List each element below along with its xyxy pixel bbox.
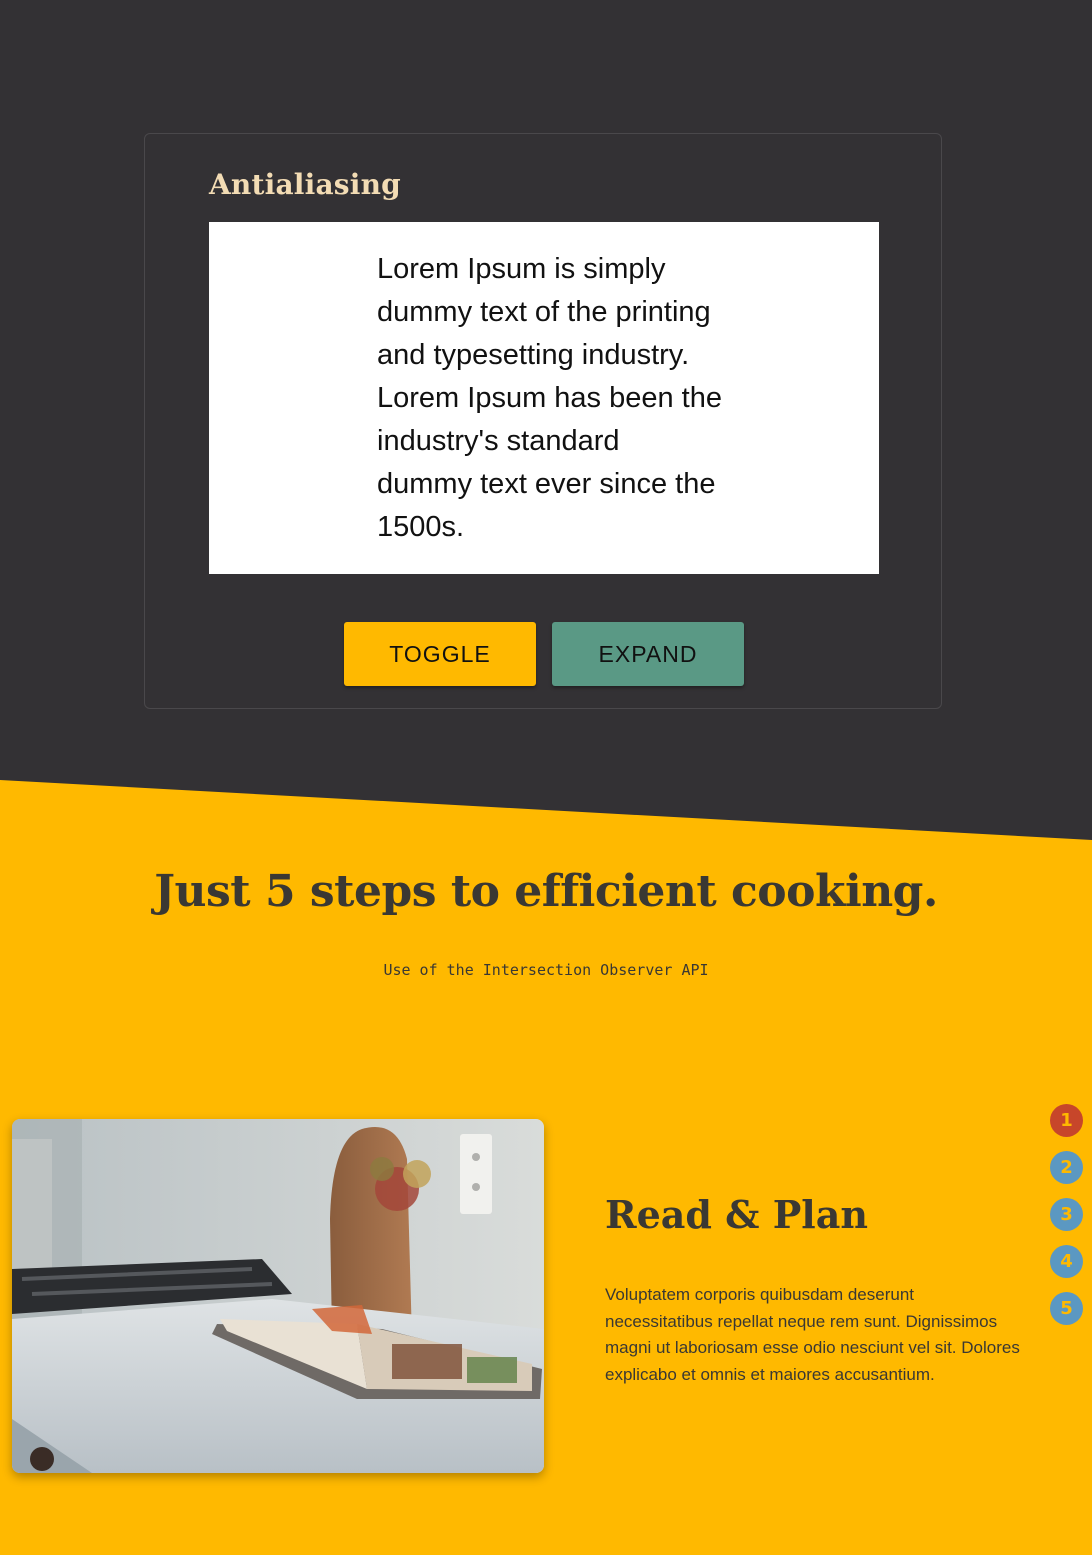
sample-text: Lorem Ipsum is simply dummy text of the … xyxy=(377,253,722,543)
expand-button[interactable]: EXPAND xyxy=(552,622,744,686)
step-dot-2[interactable]: 2 xyxy=(1050,1151,1083,1184)
dark-hero-section: Antialiasing Lorem Ipsum is simply dummy… xyxy=(0,0,1092,840)
step-title: Read & Plan xyxy=(605,1192,868,1237)
steps-subtitle: Use of the Intersection Observer API xyxy=(383,961,709,979)
text-sample-box: Lorem Ipsum is simply dummy text of the … xyxy=(209,222,879,574)
step-dot-5[interactable]: 5 xyxy=(1050,1292,1083,1325)
step-description: Voluptatem corporis quibusdam deserunt n… xyxy=(605,1285,1020,1384)
toggle-button[interactable]: TOGGLE xyxy=(344,622,536,686)
cookbook-photo xyxy=(12,1119,544,1473)
steps-heading: Just 5 steps to efficient cooking. xyxy=(154,866,938,917)
step-dot-4[interactable]: 4 xyxy=(1050,1245,1083,1278)
step-dot-1[interactable]: 1 xyxy=(1050,1104,1083,1137)
step-navigation: 1 2 3 4 5 xyxy=(1050,1104,1084,1339)
step-dot-3[interactable]: 3 xyxy=(1050,1198,1083,1231)
antialiasing-card: Antialiasing Lorem Ipsum is simply dummy… xyxy=(144,133,942,709)
card-title: Antialiasing xyxy=(209,168,401,201)
